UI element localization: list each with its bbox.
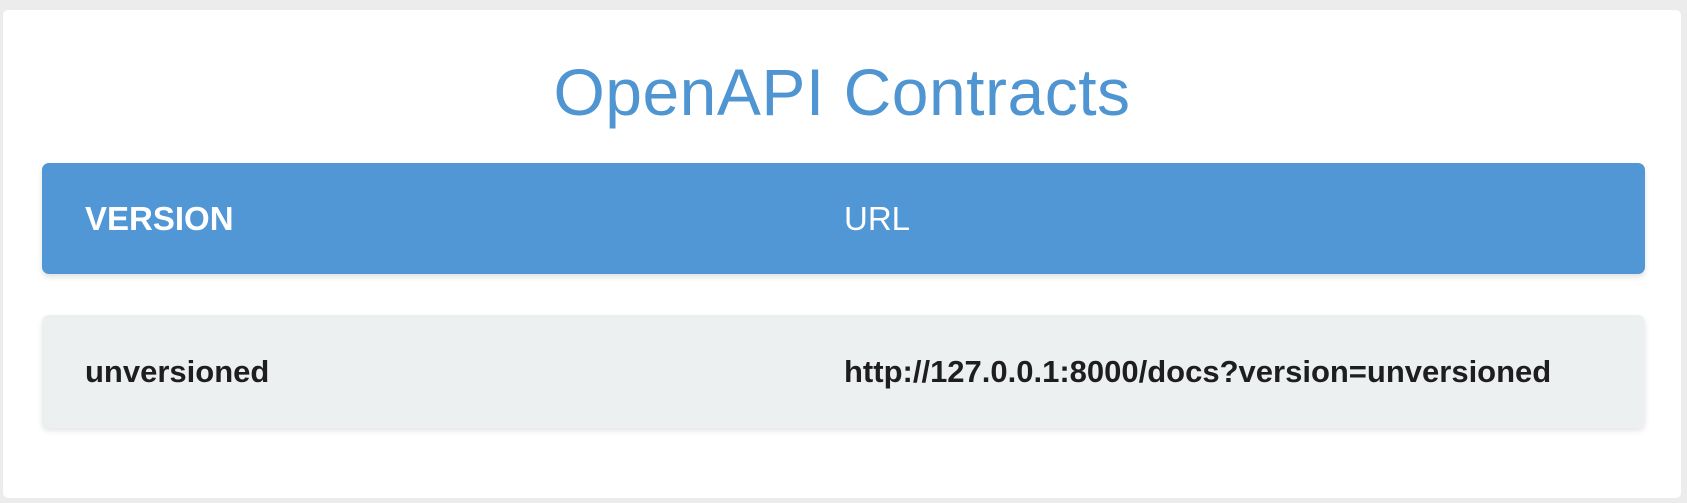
table-header-row: VERSION URL — [42, 163, 1645, 274]
contract-url-link[interactable]: http://127.0.0.1:8000/docs?version=unver… — [844, 354, 1551, 389]
version-column-header: VERSION — [85, 200, 234, 237]
url-column-header: URL — [844, 200, 911, 237]
table-row: unversioned http://127.0.0.1:8000/docs?v… — [42, 315, 1645, 428]
page-title: OpenAPI Contracts — [553, 55, 1131, 129]
version-cell: unversioned — [85, 354, 270, 389]
url-cell: http://127.0.0.1:8000/docs?version=unver… — [844, 315, 1551, 428]
contracts-card: OpenAPI Contracts VERSION URL unversione… — [3, 10, 1681, 498]
contracts-table: VERSION URL unversioned http://127.0.0.1… — [42, 163, 1645, 428]
